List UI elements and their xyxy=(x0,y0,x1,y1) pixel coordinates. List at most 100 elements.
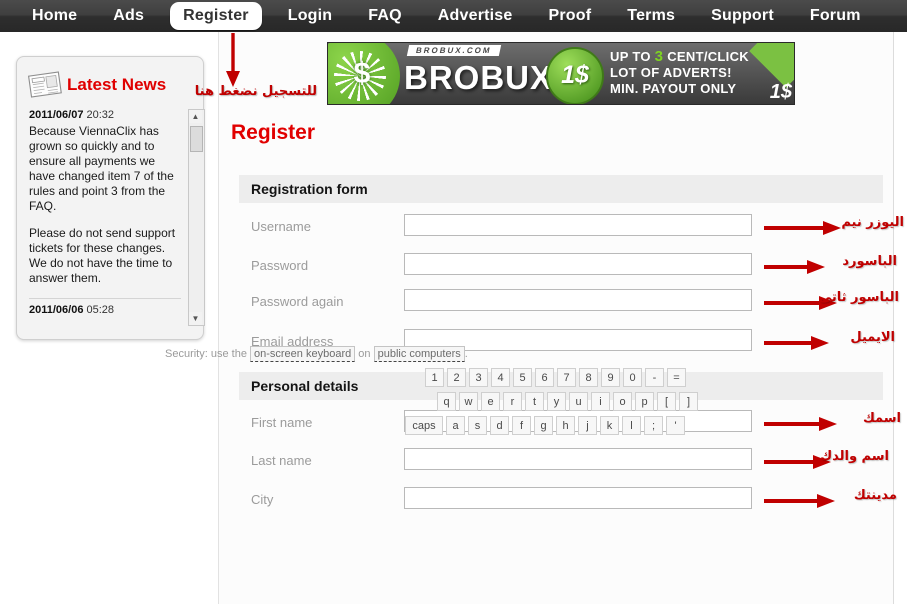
dollar-sign-icon: $ xyxy=(353,57,371,90)
callout-text-password: الباسورد xyxy=(842,254,897,269)
onscreen-keyboard-row-3: caps a s d f g h j k l ; ' xyxy=(405,416,685,435)
key[interactable]: [ xyxy=(657,392,676,411)
banner-small-coin-label: 1$ xyxy=(769,81,792,103)
key[interactable]: q xyxy=(437,392,456,411)
banner-line-2: LOT OF ADVERTS! xyxy=(610,65,732,80)
main-navigation: Home Ads Register Login FAQ Advertise Pr… xyxy=(0,0,907,32)
register-pointer-arrow-icon xyxy=(225,33,241,88)
news-paragraph: Please do not send support tickets for t… xyxy=(29,226,176,285)
key[interactable]: = xyxy=(667,368,686,387)
key[interactable]: 0 xyxy=(623,368,642,387)
key[interactable]: u xyxy=(569,392,588,411)
banner-copy: UP TO 3 CENT/CLICK LOT OF ADVERTS! MIN. … xyxy=(610,49,790,97)
news-scrollbar[interactable]: ▲ ▼ xyxy=(188,109,205,326)
section-heading-registration-form: Registration form xyxy=(239,175,883,203)
key[interactable]: r xyxy=(503,392,522,411)
key[interactable]: i xyxy=(591,392,610,411)
key[interactable]: s xyxy=(468,416,487,435)
scrollbar-thumb[interactable] xyxy=(190,126,203,152)
news-entry: 2011/06/07 20:32 Because ViennaClix has … xyxy=(29,109,181,299)
right-gutter xyxy=(893,32,907,604)
nav-item-faq[interactable]: FAQ xyxy=(358,2,412,30)
label-first-name: First name xyxy=(251,415,313,430)
latest-news-header: Latest News xyxy=(27,67,193,103)
nav-item-support[interactable]: Support xyxy=(701,2,784,30)
newspaper-icon xyxy=(27,70,63,100)
input-password-again[interactable] xyxy=(404,289,752,311)
callout-text-city: مدينتك xyxy=(853,488,897,503)
nav-item-ads[interactable]: Ads xyxy=(103,2,154,30)
key[interactable]: 5 xyxy=(513,368,532,387)
key[interactable]: f xyxy=(512,416,531,435)
scroll-down-icon[interactable]: ▼ xyxy=(189,312,202,325)
key[interactable]: ] xyxy=(679,392,698,411)
callout-text-first-name: اسمك xyxy=(862,411,901,426)
brobux-banner-ad[interactable]: $ BROBUX.COM BROBUX 1$ UP TO 3 CENT/CLIC… xyxy=(327,42,795,105)
key[interactable]: 3 xyxy=(469,368,488,387)
security-prefix: Security: use the xyxy=(165,348,250,360)
callout-text-last-name: اسم والدك xyxy=(820,449,889,464)
key[interactable]: 1 xyxy=(425,368,444,387)
label-username: Username xyxy=(251,219,311,234)
key[interactable]: 4 xyxy=(491,368,510,387)
key[interactable]: p xyxy=(635,392,654,411)
key[interactable]: h xyxy=(556,416,575,435)
key[interactable]: ' xyxy=(666,416,685,435)
news-entry-date: 2011/06/07 20:32 xyxy=(29,109,115,121)
key[interactable]: y xyxy=(547,392,566,411)
key[interactable]: l xyxy=(622,416,641,435)
nav-item-login[interactable]: Login xyxy=(278,2,343,30)
nav-item-proof[interactable]: Proof xyxy=(539,2,602,30)
key[interactable]: o xyxy=(613,392,632,411)
key[interactable]: - xyxy=(645,368,664,387)
key[interactable]: 7 xyxy=(557,368,576,387)
onscreen-keyboard-row-1: 1 2 3 4 5 6 7 8 9 0 - = xyxy=(425,368,686,387)
label-last-name: Last name xyxy=(251,453,312,468)
key[interactable]: g xyxy=(534,416,553,435)
security-suffix: . xyxy=(464,348,468,360)
input-password[interactable] xyxy=(404,253,752,275)
news-paragraph: Because ViennaClix has grown so quickly … xyxy=(29,124,174,213)
key-caps[interactable]: caps xyxy=(405,416,443,435)
label-password-again: Password again xyxy=(251,294,344,309)
banner-site-label: BROBUX.COM xyxy=(406,45,501,56)
key[interactable]: a xyxy=(446,416,465,435)
key[interactable]: d xyxy=(490,416,509,435)
news-separator xyxy=(29,298,181,299)
nav-item-home[interactable]: Home xyxy=(22,2,87,30)
key[interactable]: 9 xyxy=(601,368,620,387)
input-last-name[interactable] xyxy=(404,448,752,470)
key[interactable]: ; xyxy=(644,416,663,435)
callout-text-username: اليوزر نيم xyxy=(841,215,904,230)
registration-form: Registration form Personal details Usern… xyxy=(239,170,904,604)
input-city[interactable] xyxy=(404,487,752,509)
key[interactable]: 6 xyxy=(535,368,554,387)
public-computers-link[interactable]: public computers xyxy=(373,346,465,362)
register-arabic-caption: للتسجيل نضغط هنا xyxy=(194,84,317,99)
onscreen-keyboard-row-2: q w e r t y u i o p [ ] xyxy=(437,392,698,411)
callout-text-password-again: الباسور ثاتى xyxy=(818,290,899,305)
key[interactable]: w xyxy=(459,392,478,411)
scroll-up-icon[interactable]: ▲ xyxy=(189,110,202,123)
nav-item-terms[interactable]: Terms xyxy=(617,2,685,30)
banner-brand-label: BROBUX xyxy=(404,59,554,96)
key[interactable]: 2 xyxy=(447,368,466,387)
nav-item-forum[interactable]: Forum xyxy=(800,2,871,30)
latest-news-title: Latest News xyxy=(67,75,167,94)
nav-item-register[interactable]: Register xyxy=(170,2,262,30)
key[interactable]: j xyxy=(578,416,597,435)
latest-news-panel: Latest News 2011/06/07 20:32 Because Vie… xyxy=(16,56,205,340)
banner-line-3: MIN. PAYOUT ONLY xyxy=(610,81,737,96)
label-city: City xyxy=(251,492,274,507)
news-entry-body: Because ViennaClix has grown so quickly … xyxy=(29,124,181,286)
on-screen-keyboard-link[interactable]: on-screen keyboard xyxy=(250,346,356,362)
banner-coin-label: 1$ xyxy=(561,61,589,89)
key[interactable]: t xyxy=(525,392,544,411)
key[interactable]: 8 xyxy=(579,368,598,387)
news-entry-date: 2011/06/06 05:28 xyxy=(29,304,115,316)
key[interactable]: k xyxy=(600,416,619,435)
key[interactable]: e xyxy=(481,392,500,411)
banner-line-1: UP TO 3 CENT/CLICK xyxy=(610,48,749,65)
nav-item-advertise[interactable]: Advertise xyxy=(428,2,523,30)
input-username[interactable] xyxy=(404,214,752,236)
